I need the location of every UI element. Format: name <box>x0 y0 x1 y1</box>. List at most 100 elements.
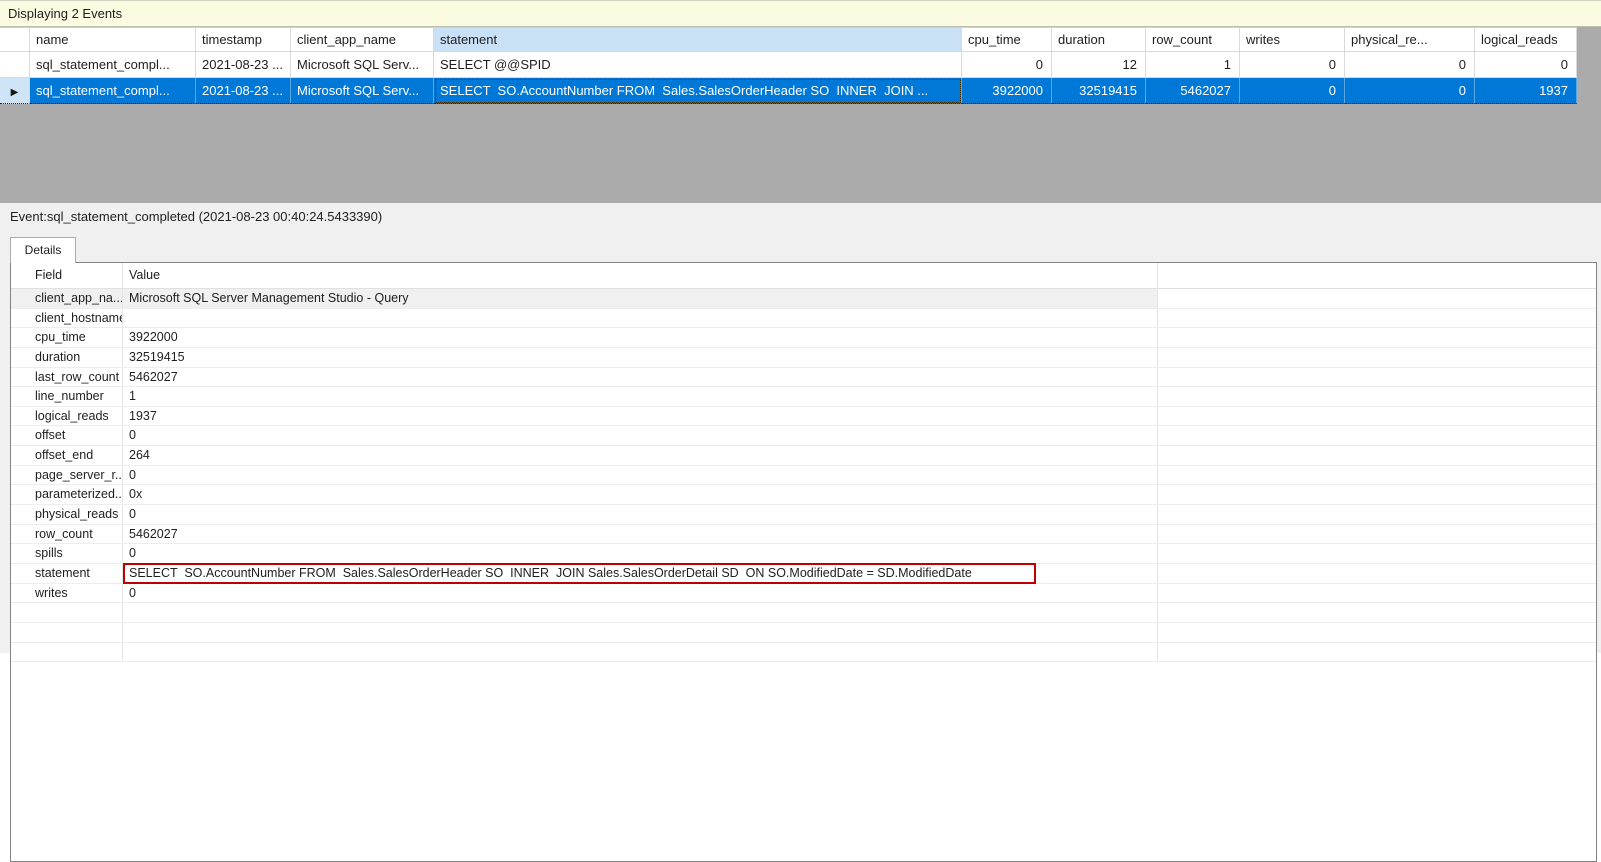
details-row[interactable]: logical_reads 1937 <box>11 406 1596 427</box>
details-row[interactable]: statement SELECT SO.AccountNumber FROM Sa… <box>11 562 1596 584</box>
cell-timestamp[interactable]: 2021-08-23 ... <box>196 52 291 78</box>
details-header-row: Field Value <box>11 263 1596 289</box>
events-grid: name timestamp client_app_name statement cpu… <box>0 27 1577 104</box>
grid-header-selector-cell <box>0 28 30 52</box>
column-header-timestamp[interactable]: timestamp <box>196 28 291 52</box>
field-name: offset <box>11 426 123 446</box>
field-name: parameterized... <box>11 485 123 505</box>
cell-client_app_name[interactable]: Microsoft SQL Serv... <box>291 52 434 78</box>
field-name: line_number <box>11 387 123 406</box>
column-header-duration[interactable]: duration <box>1052 28 1146 52</box>
field-value: 5462027 <box>123 367 1158 387</box>
field-name: writes <box>11 583 123 603</box>
tab-details[interactable]: Details <box>10 237 76 263</box>
column-header-name[interactable]: name <box>30 28 196 52</box>
cell-duration[interactable]: 32519415 <box>1052 78 1146 104</box>
cell-writes[interactable]: 0 <box>1240 52 1345 78</box>
details-row[interactable]: line_number 1 <box>11 387 1596 407</box>
cell-physical_reads[interactable]: 0 <box>1345 52 1475 78</box>
field-column-header[interactable]: Field <box>11 263 123 288</box>
field-value: 32519415 <box>123 347 1158 367</box>
field-value: 0 <box>123 426 1158 446</box>
column-header-cpu_time[interactable]: cpu_time <box>962 28 1052 52</box>
row-selector[interactable] <box>0 52 30 78</box>
field-name: logical_reads <box>11 406 123 426</box>
event-row[interactable]: sql_statement_compl... 2021-08-23 ... Micr… <box>0 52 1577 78</box>
field-value: 0 <box>123 583 1158 603</box>
field-value <box>123 308 1158 328</box>
cell-cpu_time[interactable]: 0 <box>962 52 1052 78</box>
column-header-physical_reads[interactable]: physical_re... <box>1345 28 1475 52</box>
details-row[interactable]: client_hostname <box>11 308 1596 329</box>
details-row[interactable]: row_count 5462027 <box>11 524 1596 545</box>
field-value: 0 <box>123 465 1158 485</box>
field-value: 1937 <box>123 406 1158 426</box>
field-value: SELECT SO.AccountNumber FROM Sales.Sales… <box>123 563 1158 583</box>
details-empty-row <box>11 622 1596 643</box>
details-row[interactable]: client_app_na... Microsoft SQL Server Man… <box>11 289 1596 309</box>
field-value: 0x <box>123 485 1158 505</box>
field-value: 0 <box>123 544 1158 563</box>
details-row[interactable]: duration 32519415 <box>11 347 1596 368</box>
details-row[interactable]: page_server_r... 0 <box>11 465 1596 486</box>
field-name: duration <box>11 347 123 367</box>
column-header-row_count[interactable]: row_count <box>1146 28 1240 52</box>
field-name: offset_end <box>11 446 123 465</box>
field-name: physical_reads <box>11 505 123 524</box>
cell-duration[interactable]: 12 <box>1052 52 1146 78</box>
cell-row_count[interactable]: 5462027 <box>1146 78 1240 104</box>
cell-timestamp[interactable]: 2021-08-23 ... <box>196 78 291 104</box>
field-value: 5462027 <box>123 524 1158 544</box>
details-body: client_app_na... Microsoft SQL Server Man… <box>11 289 1596 663</box>
column-header-logical_reads[interactable]: logical_reads <box>1475 28 1577 52</box>
field-name <box>11 622 123 642</box>
field-name <box>11 642 123 662</box>
field-name: client_app_na... <box>11 289 123 308</box>
events-count-bar: Displaying 2 Events <box>0 0 1601 27</box>
details-row[interactable]: cpu_time 3922000 <box>11 328 1596 348</box>
field-name: client_hostname <box>11 308 123 328</box>
cell-name[interactable]: sql_statement_compl... <box>30 78 196 104</box>
details-row[interactable]: offset_end 264 <box>11 446 1596 466</box>
value-column-header[interactable]: Value <box>123 263 1158 288</box>
details-row[interactable]: writes 0 <box>11 583 1596 604</box>
grid-header-row: name timestamp client_app_name statement cpu… <box>0 27 1577 52</box>
event-row[interactable]: ▶ sql_statement_compl... 2021-08-23 ... Mic… <box>0 78 1577 104</box>
cell-client_app_name[interactable]: Microsoft SQL Serv... <box>291 78 434 104</box>
field-name: last_row_count <box>11 367 123 387</box>
column-header-client_app_name[interactable]: client_app_name <box>291 28 434 52</box>
cell-logical_reads[interactable]: 0 <box>1475 52 1577 78</box>
event-detail-title: Event:sql_statement_completed (2021-08-2… <box>10 209 383 224</box>
field-value <box>123 622 1158 642</box>
grid-body: sql_statement_compl... 2021-08-23 ... Micr… <box>0 52 1577 104</box>
details-row[interactable]: spills 0 <box>11 544 1596 564</box>
details-row[interactable]: last_row_count 5462027 <box>11 367 1596 388</box>
field-name: statement <box>11 563 123 583</box>
cell-physical_reads[interactable]: 0 <box>1345 78 1475 104</box>
field-value: 0 <box>123 505 1158 524</box>
cell-row_count[interactable]: 1 <box>1146 52 1240 78</box>
column-header-statement[interactable]: statement <box>434 28 962 52</box>
cell-name[interactable]: sql_statement_compl... <box>30 52 196 78</box>
cell-cpu_time[interactable]: 3922000 <box>962 78 1052 104</box>
cell-statement[interactable]: SELECT @@SPID <box>434 52 962 78</box>
column-header-writes[interactable]: writes <box>1240 28 1345 52</box>
cell-writes[interactable]: 0 <box>1240 78 1345 104</box>
details-row[interactable]: parameterized... 0x <box>11 485 1596 506</box>
field-value: 1 <box>123 387 1158 406</box>
row-selector[interactable]: ▶ <box>0 78 30 104</box>
details-row[interactable]: offset 0 <box>11 426 1596 447</box>
field-name: cpu_time <box>11 328 123 347</box>
details-empty-row <box>11 603 1596 623</box>
field-value: 264 <box>123 446 1158 465</box>
details-panel: Field Value client_app_na... Microsoft SQ… <box>10 262 1597 862</box>
current-row-arrow-icon: ▶ <box>10 87 19 98</box>
details-row[interactable]: physical_reads 0 <box>11 505 1596 525</box>
field-name <box>11 603 123 622</box>
cell-logical_reads[interactable]: 1937 <box>1475 78 1577 104</box>
cell-statement[interactable]: SELECT SO.AccountNumber FROM Sales.Sales… <box>434 78 962 104</box>
field-name: page_server_r... <box>11 465 123 485</box>
field-value: 3922000 <box>123 328 1158 347</box>
field-value <box>123 603 1158 622</box>
field-name: spills <box>11 544 123 563</box>
